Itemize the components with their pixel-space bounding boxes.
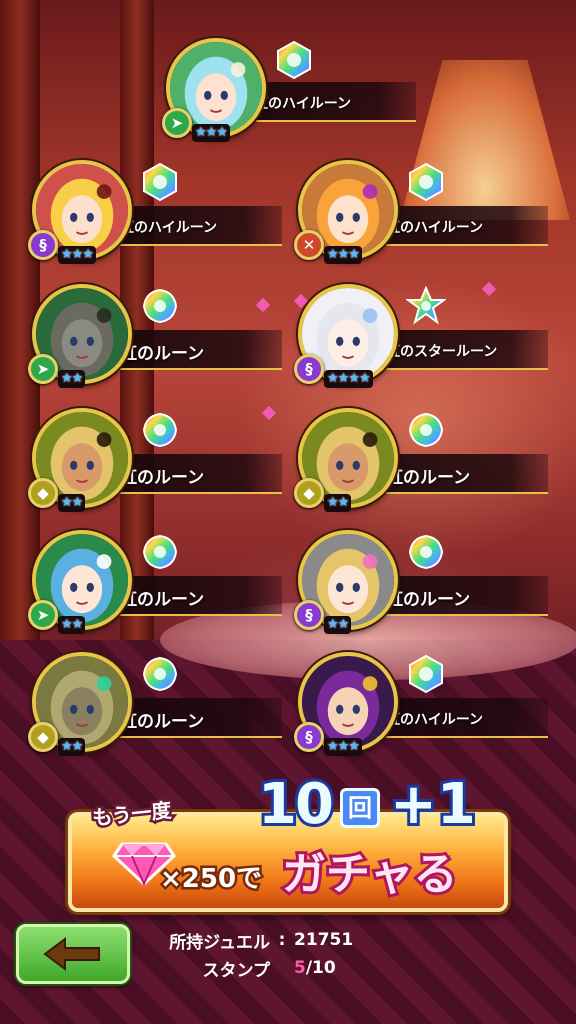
back-arrow-icon — [43, 937, 100, 971]
rune-icon — [140, 286, 180, 326]
rune-label: 虹のハイルーン — [386, 712, 484, 728]
rune-label: 虹のハイルーン — [120, 220, 218, 236]
high-rune-icon — [406, 162, 446, 202]
back-button[interactable] — [16, 924, 130, 984]
rune-label: 虹のスタールーン — [386, 344, 498, 360]
earth-element-icon: ◆ — [28, 722, 58, 752]
rarity-stars: ★★ — [58, 738, 86, 756]
plus-one-label: +1 — [387, 769, 479, 840]
fire-element-icon: ✕ — [294, 230, 324, 260]
rune-icon — [406, 532, 446, 572]
rarity-stars: ★★ — [58, 494, 86, 512]
kai-label: 回 — [340, 788, 380, 828]
dark-element-icon: § — [294, 722, 324, 752]
rarity-stars: ★★ — [324, 616, 352, 634]
rarity-stars: ★★★★ — [324, 370, 373, 388]
rarity-stars: ★★ — [58, 370, 86, 388]
jewel-value: 21751 — [294, 930, 354, 950]
rune-icon — [140, 654, 180, 694]
sparkle — [261, 405, 277, 421]
rarity-stars: ★★ — [58, 616, 86, 634]
rune-label: 虹のルーン — [120, 590, 205, 610]
dark-element-icon: § — [294, 600, 324, 630]
gacha-action-label: ガチャる — [279, 846, 461, 903]
wind-element-icon: ➤ — [162, 108, 192, 138]
status-panel: 所持ジュエル : 21751 スタンプ 5 /10 — [150, 926, 400, 982]
wind-element-icon: ➤ — [28, 600, 58, 630]
rarity-stars: ★★★ — [192, 124, 230, 142]
high-rune-icon — [274, 40, 314, 80]
stamp-total: /10 — [305, 958, 336, 978]
earth-element-icon: ◆ — [294, 478, 324, 508]
high-rune-icon — [406, 654, 446, 694]
sparkle — [255, 297, 271, 313]
rune-label: 虹のルーン — [386, 468, 471, 488]
cost-label: ×250で — [157, 862, 264, 897]
rarity-stars: ★★★ — [58, 246, 96, 264]
rune-icon — [406, 410, 446, 450]
rune-label: 虹のハイルーン — [386, 220, 484, 236]
rune-label: 虹のルーン — [120, 712, 205, 732]
rune-label: 虹のルーン — [120, 344, 205, 364]
stamp-current: 5 — [294, 958, 306, 978]
earth-element-icon: ◆ — [28, 478, 58, 508]
rarity-stars: ★★ — [324, 494, 352, 512]
jewel-label: 所持ジュエル — [169, 932, 270, 953]
rune-icon — [140, 532, 180, 572]
rarity-stars: ★★★ — [324, 738, 362, 756]
high-rune-icon — [140, 162, 180, 202]
dark-element-icon: § — [294, 354, 324, 384]
stamp-label: スタンプ — [202, 960, 271, 981]
sparkle — [481, 281, 497, 297]
dark-element-icon: § — [28, 230, 58, 260]
rune-icon — [140, 410, 180, 450]
rune-label: 虹のルーン — [386, 590, 471, 610]
rune-label: 虹のルーン — [120, 468, 205, 488]
rarity-stars: ★★★ — [324, 246, 362, 264]
ten-label: 10 — [255, 769, 337, 840]
rune-label: 虹のハイルーン — [254, 96, 352, 112]
star-rune-icon — [404, 285, 448, 326]
jewel-separator: : — [278, 930, 286, 950]
wind-element-icon: ➤ — [28, 354, 58, 384]
